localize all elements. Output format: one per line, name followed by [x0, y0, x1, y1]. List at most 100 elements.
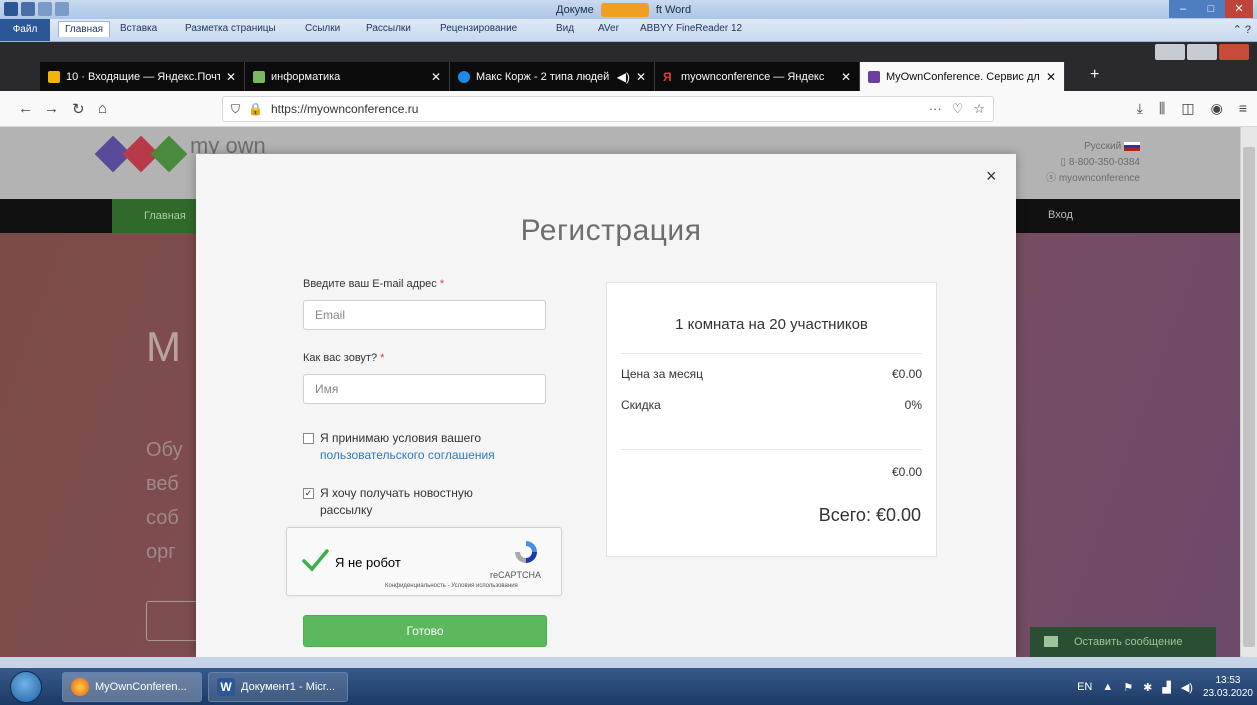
tray-app-icon[interactable]: ✱ — [1143, 681, 1152, 694]
account-icon[interactable]: ◉ — [1211, 100, 1223, 117]
newsletter-text: Я хочу получать новостную рассылку — [320, 486, 473, 517]
hero-text-line: соб — [146, 507, 179, 529]
tab-view[interactable]: Вид — [556, 23, 574, 34]
browser-tab-informatics[interactable]: информатика ✕ — [245, 62, 450, 91]
tab-review[interactable]: Рецензирование — [440, 23, 517, 34]
site-logo-icon[interactable] — [94, 135, 188, 173]
downloads-icon[interactable]: ⤓ — [1137, 100, 1143, 117]
url-bar[interactable]: ⛉ 🔒 https://myownconference.ru ··· ♡ ☆ — [222, 96, 994, 122]
browser-tab-music[interactable]: Макс Корж - 2 типа людей ◀) ✕ — [450, 62, 655, 91]
terms-checkbox[interactable] — [303, 433, 314, 444]
tab-references[interactable]: Ссылки — [305, 23, 340, 34]
back-arrow-icon[interactable]: ← — [18, 100, 33, 117]
site-contacts: Русский ▯ 8-800-350-0384 ⓢ myownconferen… — [1046, 139, 1140, 187]
home-icon[interactable]: ⌂ — [98, 100, 107, 117]
volume-icon[interactable]: ◀) — [1181, 681, 1193, 694]
leave-message-button[interactable]: Оставить сообщение — [1030, 627, 1216, 657]
tab-insert[interactable]: Вставка — [120, 23, 157, 34]
email-field[interactable] — [303, 300, 546, 330]
help-icon[interactable]: ⌃ ? — [1233, 23, 1251, 36]
menu-item-login[interactable]: Вход — [1048, 209, 1073, 221]
phone-number[interactable]: 8-800-350-0384 — [1069, 157, 1140, 168]
name-field[interactable] — [303, 374, 546, 404]
minimize-button[interactable] — [1155, 44, 1185, 60]
skype-icon: ⓢ — [1046, 173, 1057, 184]
system-tray: EN ▲ ⚑ ✱ ▟ ◀) 13:53 23.03.2020 — [1077, 672, 1253, 702]
redo-icon[interactable] — [55, 2, 69, 16]
reload-icon[interactable]: ↻ — [72, 100, 85, 118]
close-tab-icon[interactable]: ✕ — [636, 70, 646, 84]
subtotal-row: €0.00 — [621, 465, 922, 479]
tab-home[interactable]: Главная — [58, 21, 111, 37]
phone-icon: ▯ — [1060, 157, 1067, 168]
mail-favicon-icon — [48, 70, 60, 83]
language-selector[interactable]: Русский — [1084, 141, 1121, 152]
check-icon[interactable] — [301, 546, 329, 574]
forward-arrow-icon[interactable]: → — [44, 100, 59, 117]
tab-abbyy[interactable]: ABBYY FineReader 12 — [640, 23, 742, 34]
browser-toolbar-icons: ⤓ ⫼ ◫ ◉ ≡ — [1137, 100, 1247, 117]
tab-page-layout[interactable]: Разметка страницы — [185, 23, 276, 34]
required-mark: * — [439, 278, 445, 290]
scrollbar-thumb[interactable] — [1243, 147, 1255, 647]
clock[interactable]: 13:53 23.03.2020 — [1203, 674, 1253, 700]
lock-icon[interactable]: 🔒 — [248, 102, 263, 116]
discount-label: Скидка — [621, 398, 661, 412]
browser-tab-yandex-search[interactable]: Я myownconference — Яндекс ✕ — [655, 62, 860, 91]
undo-icon[interactable] — [38, 2, 52, 16]
page-actions-icon[interactable]: ··· — [929, 101, 942, 117]
recaptcha-widget[interactable]: Я не робот reCAPTCHA Конфиденциальность … — [286, 527, 562, 596]
required-mark: * — [380, 352, 385, 364]
shield-icon[interactable]: ⛉ — [231, 102, 240, 117]
newsletter-checkbox[interactable]: ✓ — [303, 488, 314, 499]
close-icon[interactable]: × — [986, 166, 997, 187]
close-button[interactable] — [1219, 44, 1249, 60]
pocket-icon[interactable]: ♡ — [952, 101, 964, 117]
word-window-controls: – □ ✕ — [1169, 0, 1253, 18]
submit-button[interactable]: Готово — [303, 615, 547, 647]
tab-mailings[interactable]: Рассылки — [366, 23, 411, 34]
browser-tab-myownconference[interactable]: MyOwnConference. Сервис для ✕ — [860, 62, 1065, 91]
save-icon[interactable] — [21, 2, 35, 16]
captcha-label: Я не робот — [335, 555, 401, 570]
email-label: Введите ваш E-mail адрес * — [303, 278, 445, 290]
sidebar-icon[interactable]: ◫ — [1181, 100, 1194, 117]
action-center-flag-icon[interactable]: ⚑ — [1123, 681, 1133, 694]
registration-modal: × Регистрация Введите ваш E-mail адрес * … — [196, 154, 1016, 657]
url-text[interactable]: https://myownconference.ru — [271, 102, 418, 116]
menu-item-home[interactable]: Главная — [112, 199, 202, 233]
maximize-button[interactable] — [1187, 44, 1217, 60]
word-icon[interactable] — [4, 2, 18, 16]
menu-icon[interactable]: ≡ — [1239, 100, 1247, 117]
library-icon[interactable]: ⫼ — [1159, 100, 1165, 117]
minimize-button[interactable]: – — [1169, 0, 1197, 18]
file-tab[interactable]: Файл — [0, 19, 50, 41]
close-tab-icon[interactable]: ✕ — [841, 70, 851, 84]
show-hidden-icons-icon[interactable]: ▲ — [1102, 681, 1113, 693]
close-tab-icon[interactable]: ✕ — [1046, 70, 1056, 84]
language-indicator[interactable]: EN — [1077, 681, 1092, 693]
start-button[interactable] — [10, 671, 42, 703]
maximize-button[interactable]: □ — [1197, 0, 1225, 18]
taskbar-firefox[interactable]: MyOwnConferen... — [62, 672, 202, 702]
hero-text-line: Обу — [146, 439, 183, 461]
captcha-terms[interactable]: Конфиденциальность - Условия использован… — [385, 583, 518, 589]
skype-name[interactable]: myownconference — [1059, 173, 1140, 184]
word-window-title: Докуме ft Word — [556, 3, 692, 17]
close-tab-icon[interactable]: ✕ — [431, 70, 441, 84]
network-icon[interactable]: ▟ — [1162, 681, 1170, 694]
taskbar-word[interactable]: W Документ1 - Micr... — [208, 672, 348, 702]
terms-link[interactable]: пользовательского соглашения — [320, 447, 495, 464]
screen-recorder-icon[interactable] — [600, 3, 649, 17]
speaker-icon[interactable]: ◀) — [617, 70, 630, 84]
hero-heading: M — [146, 323, 181, 370]
recaptcha-logo-icon — [515, 541, 537, 563]
tab-aver[interactable]: AVer — [598, 23, 619, 34]
close-button[interactable]: ✕ — [1225, 0, 1253, 18]
new-tab-icon[interactable]: + — [1090, 66, 1099, 84]
bookmark-star-icon[interactable]: ☆ — [973, 101, 985, 117]
close-tab-icon[interactable]: ✕ — [226, 70, 236, 84]
divider — [621, 353, 922, 354]
browser-tab-mail[interactable]: 10 · Входящие — Яндекс.Почта ✕ — [40, 62, 245, 91]
page-scrollbar[interactable] — [1240, 127, 1257, 657]
